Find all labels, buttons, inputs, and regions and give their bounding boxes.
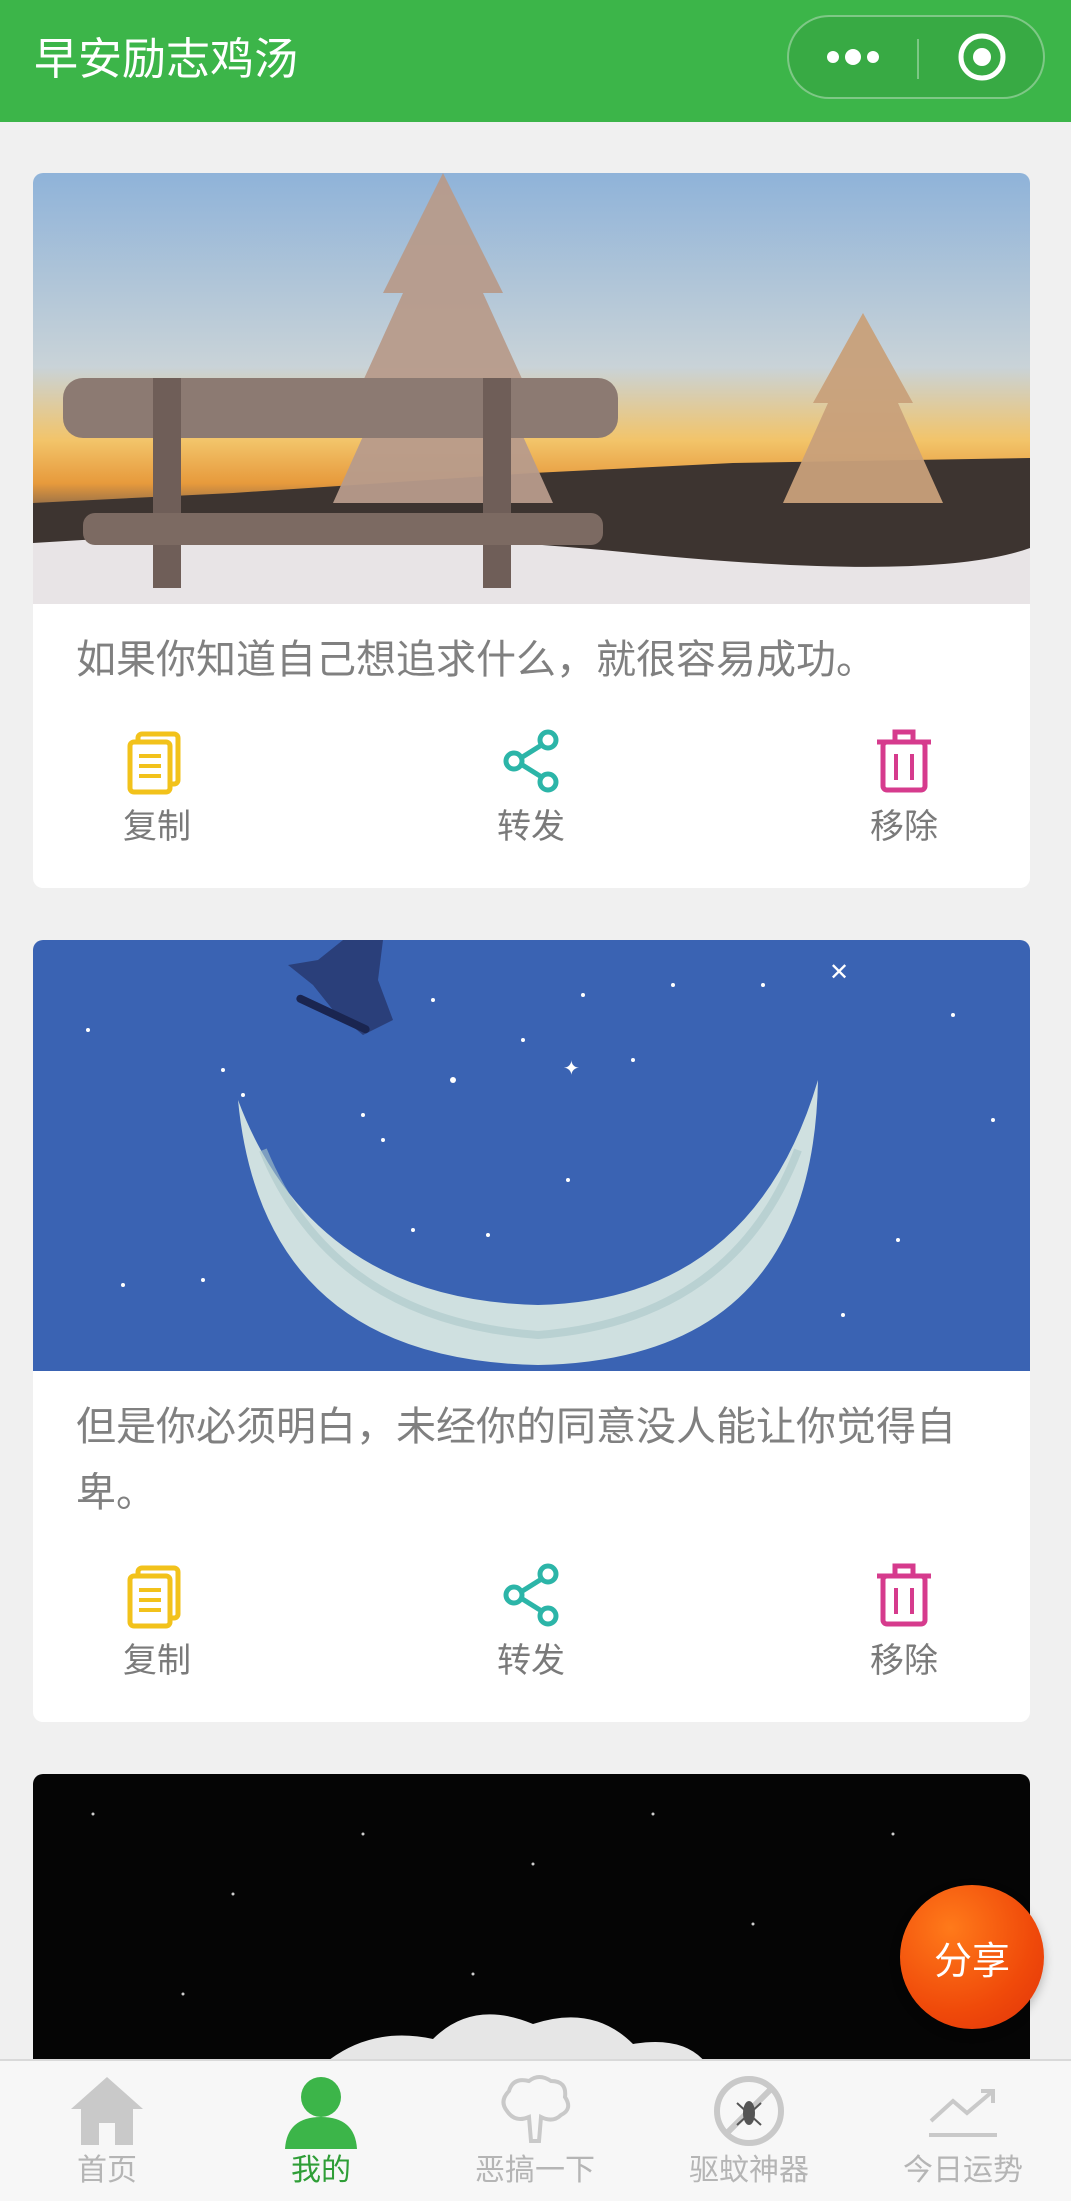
copy-icon [127,731,181,795]
quote-card [33,1774,1030,2059]
tab-label: 我的 [291,2153,351,2188]
share-icon [503,1563,559,1627]
share-fab-button[interactable]: 分享 [900,1885,1044,2029]
remove-button[interactable]: 移除 [824,726,984,856]
more-button[interactable] [789,17,917,97]
quote-text: 如果你知道自己想追求什么，就很容易成功。 [76,637,876,683]
svg-text:✕: ✕ [829,958,849,986]
share-icon [503,729,559,793]
trash-icon [877,729,931,793]
share-button[interactable]: 转发 [451,726,611,856]
card-actions: 复制 转发 移除 [33,726,1030,856]
tab-label: 今日运势 [903,2153,1023,2188]
share-label: 转发 [497,807,565,847]
tab-bar: 首页 我的 恶搞一下 驱蚊神器 今日运势 [0,2059,1071,2201]
trash-icon [877,1563,931,1627]
tab-home[interactable]: 首页 [0,2061,214,2201]
tree-icon [501,2075,571,2143]
nav-bar: 早安励志鸡汤 [0,0,1071,122]
tab-prank[interactable]: 恶搞一下 [428,2061,642,2201]
tab-mosquito[interactable]: 驱蚊神器 [642,2061,856,2201]
copy-button[interactable]: 复制 [77,1560,237,1690]
tab-label: 驱蚊神器 [689,2153,809,2188]
remove-label: 移除 [870,1641,938,1681]
copy-label: 复制 [123,1641,191,1681]
card-actions: 复制 转发 移除 [33,1560,1030,1690]
card-image-moon[interactable]: ✕ ✦ [33,940,1030,1371]
target-close-icon [958,33,1006,81]
quote-card: ✕ ✦ 但是你必须明白，未经你的同意没人能让你觉得自卑。 复制 转发 移除 [33,940,1030,1722]
more-dots-icon [827,49,879,65]
share-button[interactable]: 转发 [451,1560,611,1690]
remove-button[interactable]: 移除 [824,1560,984,1690]
tab-mine[interactable]: 我的 [214,2061,428,2201]
remove-label: 移除 [870,807,938,847]
mosquito-icon [714,2076,784,2146]
quote-feed[interactable]: 如果你知道自己想追求什么，就很容易成功。 复制 转发 移除 ✕ ✦ 但是你必须明… [0,122,1071,2059]
copy-button[interactable]: 复制 [77,726,237,856]
card-image-night-sky[interactable] [33,1774,1030,2059]
quote-card: 如果你知道自己想追求什么，就很容易成功。 复制 转发 移除 [33,173,1030,888]
quote-text: 但是你必须明白，未经你的同意没人能让你觉得自卑。 [76,1404,956,1516]
svg-text:✦: ✦ [563,1056,580,1080]
copy-icon [127,1565,181,1629]
close-button[interactable] [919,17,1045,97]
trend-icon [929,2089,997,2137]
copy-label: 复制 [123,807,191,847]
tab-label: 恶搞一下 [475,2153,595,2188]
card-image-snowy-bench[interactable] [33,173,1030,604]
user-icon [285,2077,357,2149]
page-title: 早安励志鸡汤 [34,34,298,85]
tab-fortune[interactable]: 今日运势 [856,2061,1070,2201]
home-icon [71,2077,143,2145]
tab-label: 首页 [77,2153,137,2188]
menu-capsule [787,15,1045,99]
share-label: 转发 [497,1641,565,1681]
